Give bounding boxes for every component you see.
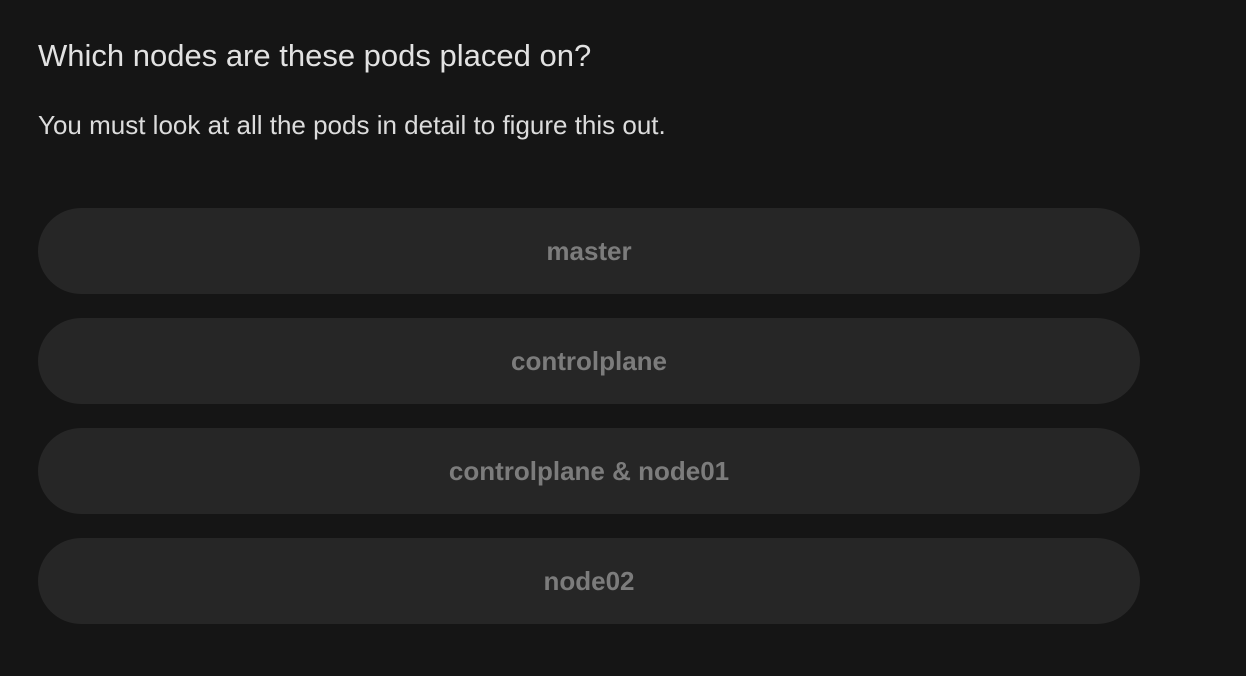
answer-option-node02[interactable]: node02: [38, 538, 1140, 624]
answer-option-master[interactable]: master: [38, 208, 1140, 294]
answer-option-controlplane-node01[interactable]: controlplane & node01: [38, 428, 1140, 514]
answer-option-label: controlplane: [510, 345, 667, 376]
answer-option-label: master: [546, 235, 632, 266]
answer-options: master controlplane controlplane & node0…: [38, 208, 1140, 648]
answer-option-label: node02: [543, 565, 635, 596]
question-title: Which nodes are these pods placed on?: [38, 38, 592, 73]
answer-option-label: controlplane & node01: [448, 455, 730, 486]
answer-option-controlplane[interactable]: controlplane: [38, 318, 1140, 404]
question-hint: You must look at all the pods in detail …: [38, 110, 666, 140]
